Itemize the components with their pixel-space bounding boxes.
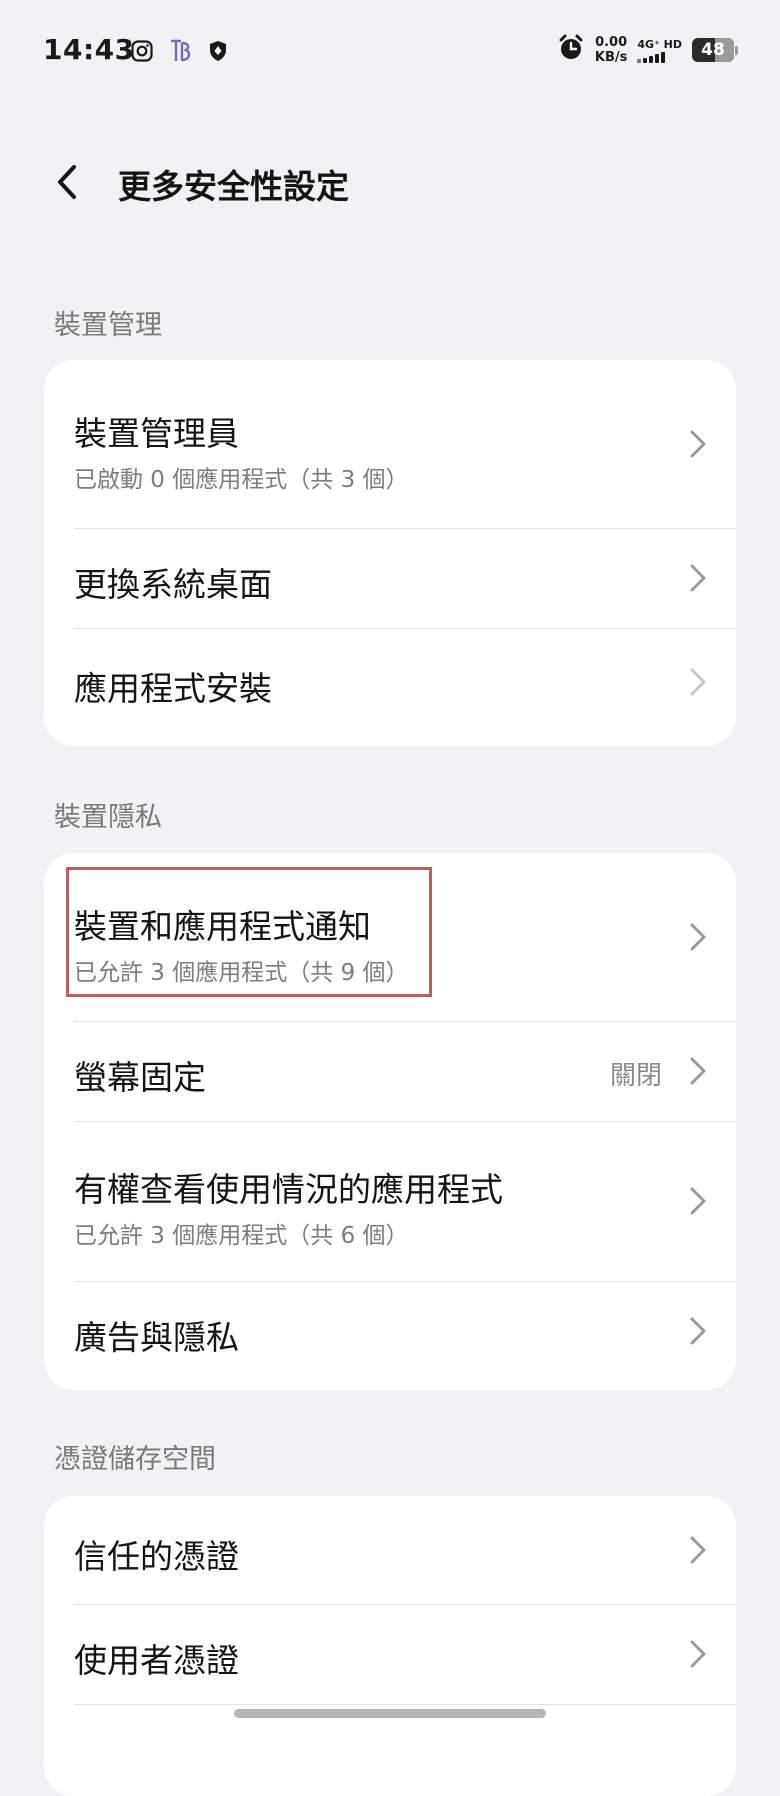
back-button[interactable] xyxy=(42,158,90,206)
network-type-label: 4G⁺ HD xyxy=(637,37,682,51)
row-title: 螢幕固定 xyxy=(74,1058,206,1097)
battery-tip xyxy=(735,45,738,55)
home-indicator[interactable] xyxy=(234,1709,546,1718)
row-user-credentials[interactable]: 使用者憑證 xyxy=(44,1604,736,1704)
row-title: 應用程式安裝 xyxy=(74,669,272,708)
chevron-right-icon xyxy=(690,1317,706,1345)
row-title: 裝置和應用程式通知 xyxy=(74,907,371,946)
row-screen-pinning[interactable]: 螢幕固定 關閉 xyxy=(44,1021,736,1121)
network-speed-unit: KB/s xyxy=(594,50,628,65)
row-usage-access[interactable]: 有權查看使用情況的應用程式 已允許 3 個應用程式（共 6 個） xyxy=(44,1121,736,1281)
chevron-right-icon xyxy=(690,668,706,696)
section-label-device-privacy: 裝置隱私 xyxy=(54,802,162,833)
section-label-credential-storage: 憑證儲存空間 xyxy=(54,1444,216,1475)
battery-icon: 48 xyxy=(692,38,734,62)
row-subtitle: 已允許 3 個應用程式（共 9 個） xyxy=(74,960,409,986)
chevron-right-icon xyxy=(690,923,706,951)
row-title: 廣告與隱私 xyxy=(74,1318,239,1357)
status-time: 14:43 xyxy=(43,33,135,66)
shield-icon xyxy=(208,40,228,66)
card-device-privacy: 裝置和應用程式通知 已允許 3 個應用程式（共 9 個） 螢幕固定 關閉 有權查… xyxy=(44,853,736,1390)
status-notification-icons xyxy=(130,38,228,68)
row-title: 裝置管理員 xyxy=(74,414,239,453)
chevron-right-icon xyxy=(690,564,706,592)
row-title: 使用者憑證 xyxy=(74,1641,239,1680)
row-title: 更換系統桌面 xyxy=(74,565,272,604)
row-change-launcher[interactable]: 更換系統桌面 xyxy=(44,528,736,628)
row-device-admin[interactable]: 裝置管理員 已啟動 0 個應用程式（共 3 個） xyxy=(44,360,736,528)
row-app-install[interactable]: 應用程式安裝 xyxy=(44,628,736,746)
status-system-icons: 0.00 KB/s 4G⁺ HD 48 xyxy=(557,34,738,66)
row-device-app-notifications[interactable]: 裝置和應用程式通知 已允許 3 個應用程式（共 9 個） xyxy=(44,853,736,1021)
status-bar: 14:43 0.00 KB/s 4G⁺ HD 48 xyxy=(0,0,780,104)
battery-level: 48 xyxy=(701,40,725,60)
chevron-left-icon xyxy=(58,165,76,199)
row-ads-privacy[interactable]: 廣告與隱私 xyxy=(44,1281,736,1390)
network-speed: 0.00 KB/s xyxy=(595,35,627,65)
row-title: 信任的憑證 xyxy=(74,1537,239,1576)
row-trusted-credentials[interactable]: 信任的憑證 xyxy=(44,1496,736,1604)
signal-icon xyxy=(637,51,666,63)
chevron-right-icon xyxy=(690,430,706,458)
row-subtitle: 已允許 3 個應用程式（共 6 個） xyxy=(74,1223,409,1249)
app-logo-icon xyxy=(168,38,194,68)
card-device-management: 裝置管理員 已啟動 0 個應用程式（共 3 個） 更換系統桌面 應用程式安裝 xyxy=(44,360,736,746)
page-header: 更多安全性設定 xyxy=(0,140,780,224)
divider xyxy=(74,1704,736,1705)
section-label-device-management: 裝置管理 xyxy=(54,310,162,341)
instagram-icon xyxy=(130,39,154,67)
chevron-right-icon xyxy=(690,1640,706,1668)
row-subtitle: 已啟動 0 個應用程式（共 3 個） xyxy=(74,467,409,493)
alarm-clock-icon xyxy=(557,34,585,66)
page-title: 更多安全性設定 xyxy=(118,167,349,206)
chevron-right-icon xyxy=(690,1187,706,1215)
row-value: 關閉 xyxy=(609,1061,662,1091)
chevron-right-icon xyxy=(690,1536,706,1564)
row-title: 有權查看使用情況的應用程式 xyxy=(74,1170,503,1209)
network-type: 4G⁺ HD xyxy=(637,38,682,63)
chevron-right-icon xyxy=(690,1057,706,1085)
network-speed-value: 0.00 xyxy=(595,35,628,50)
card-credential-storage: 信任的憑證 使用者憑證 xyxy=(44,1496,736,1796)
